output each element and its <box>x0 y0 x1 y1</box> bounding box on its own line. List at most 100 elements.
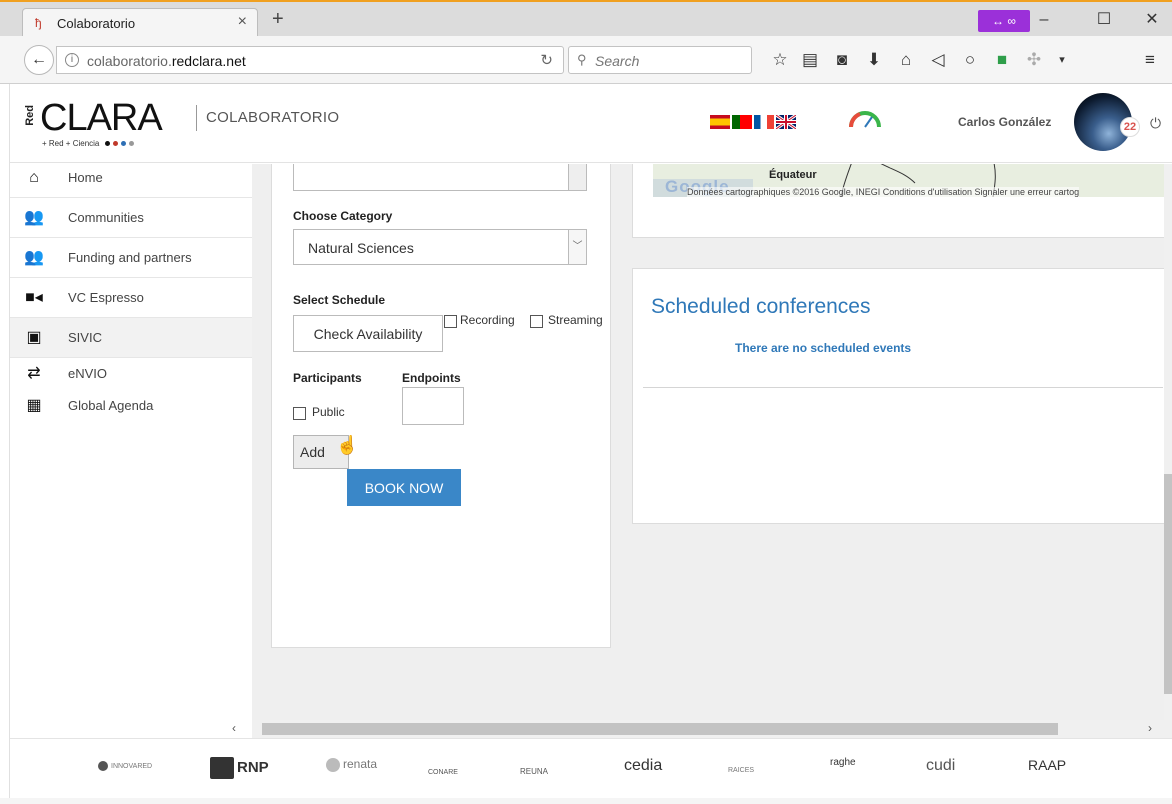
pointer-hand-icon: ☝ <box>336 435 359 455</box>
menu-icon[interactable]: ≡ <box>1138 48 1162 72</box>
flag-es-icon[interactable] <box>710 114 730 129</box>
search-input[interactable] <box>595 51 745 71</box>
scrollbar-thumb[interactable] <box>1164 474 1172 694</box>
home-icon: ⌂ <box>29 169 39 186</box>
page-title: COLABORATORIO <box>206 109 340 126</box>
video-camera-icon: ■◂ <box>25 289 43 306</box>
scroll-right-icon[interactable]: › <box>1148 721 1152 735</box>
divider <box>643 387 1163 388</box>
booking-form: Choose Category Natural Sciences ﹀ Selec… <box>271 164 611 648</box>
map[interactable]: Google Équateur Données cartographiques … <box>653 164 1164 197</box>
partner-logo[interactable]: RNP <box>210 757 269 781</box>
communities-icon: 👥 <box>24 209 44 226</box>
sidebar-item-vc-espresso[interactable]: ■◂ VC Espresso <box>10 278 252 318</box>
home-browser-icon[interactable]: ⌂ <box>894 48 918 72</box>
addon-dropdown-icon[interactable]: ▾ <box>1050 48 1074 72</box>
partner-logo[interactable]: REUNA <box>520 767 548 791</box>
scroll-left-icon[interactable]: ‹ <box>232 721 236 735</box>
partners-icon: 👥 <box>24 249 44 266</box>
info-icon[interactable]: i <box>65 53 79 67</box>
user-name[interactable]: Carlos González <box>958 115 1051 129</box>
endpoints-label: Endpoints <box>402 371 461 385</box>
map-panel: Google Équateur Données cartographiques … <box>632 164 1164 238</box>
extension-icon[interactable]: ■ <box>990 48 1014 72</box>
partner-logo[interactable]: cedia <box>624 757 662 781</box>
category-select[interactable]: Natural Sciences ﹀ <box>293 229 587 265</box>
url-bar[interactable]: i colaboratorio.redclara.net ↻ <box>56 46 564 74</box>
send-icon[interactable]: ◁ <box>926 48 950 72</box>
tab-close-icon[interactable]: × <box>238 13 247 31</box>
category-label: Choose Category <box>293 209 393 223</box>
vertical-scrollbar[interactable] <box>1164 164 1172 720</box>
logo-subtitle: + Red + Ciencia <box>42 139 134 148</box>
speed-gauge-icon[interactable] <box>848 107 882 129</box>
partner-logo[interactable]: INNOVARED <box>98 761 152 785</box>
browser-tab[interactable]: ђ Colaboratorio × <box>22 8 258 38</box>
partner-logo[interactable]: RAICES <box>728 767 754 791</box>
partner-logo[interactable]: renata <box>326 757 377 781</box>
flag-fr-icon[interactable] <box>754 114 774 129</box>
flag-uk-icon[interactable] <box>775 113 797 130</box>
language-flags <box>710 113 798 130</box>
calendar-icon: ▦ <box>26 397 42 414</box>
favicon-icon: ђ <box>35 16 42 30</box>
section-title: Scheduled conferences <box>651 295 871 318</box>
addon-icon[interactable]: ✣ <box>1022 48 1046 72</box>
streaming-label: Streaming <box>548 313 603 327</box>
previous-select[interactable] <box>293 164 587 191</box>
partner-logo[interactable]: CONARE <box>428 769 458 793</box>
private-mask-icon[interactable]: ↔ ∞ <box>978 10 1030 32</box>
notification-badge[interactable]: 22 <box>1120 117 1140 137</box>
endpoints-input[interactable] <box>402 387 464 425</box>
sidebar-item-sivic[interactable]: ▣ SIVIC <box>10 318 252 358</box>
pocket-icon[interactable]: ◙ <box>830 48 854 72</box>
partner-logo[interactable]: RAAP <box>1028 757 1066 781</box>
new-tab-button[interactable]: + <box>272 8 284 31</box>
bookmark-star-icon[interactable]: ☆ <box>768 48 792 72</box>
participants-label: Participants <box>293 371 362 385</box>
partner-logos-footer: INNOVARED RNP renata CONARE REUNA cedia … <box>10 738 1172 798</box>
partner-logo[interactable]: raghe <box>830 757 856 781</box>
sidebar-item-funding[interactable]: 👥 Funding and partners <box>10 238 252 278</box>
chat-icon[interactable]: ○ <box>958 48 982 72</box>
download-icon[interactable]: ⬇ <box>862 48 886 72</box>
site-header: Red CLARA + Red + Ciencia COLABORATORIO … <box>10 85 1172 163</box>
check-availability-button[interactable]: Check Availability <box>293 315 443 352</box>
window-bottom-edge <box>0 798 1172 804</box>
reading-list-icon[interactable]: ▤ <box>798 48 822 72</box>
book-now-button[interactable]: BOOK NOW <box>347 469 461 506</box>
search-bar[interactable]: ⚲ <box>568 46 752 74</box>
sidebar-item-envio[interactable]: ⇄ eNVIO <box>10 358 252 392</box>
streaming-checkbox[interactable] <box>530 315 543 328</box>
sidebar-item-global-agenda[interactable]: ▦ Global Agenda <box>10 392 252 432</box>
sivic-icon: ▣ <box>26 329 42 346</box>
horizontal-scrollbar[interactable]: ‹ › <box>232 720 1172 738</box>
minimize-button[interactable]: – <box>1024 8 1064 32</box>
transfer-icon: ⇄ <box>27 365 41 382</box>
sidebar-item-home[interactable]: ⌂ Home <box>10 158 252 198</box>
url-text: colaboratorio.redclara.net <box>87 53 246 69</box>
recording-label: Recording <box>460 313 515 327</box>
maximize-button[interactable]: ☐ <box>1084 8 1124 32</box>
power-icon[interactable]: ⏻ <box>1150 115 1161 132</box>
recording-checkbox[interactable] <box>444 315 457 328</box>
back-button[interactable]: ← <box>24 45 54 75</box>
header-divider <box>196 105 197 131</box>
redclara-logo[interactable]: Red CLARA + Red + Ciencia <box>24 97 184 151</box>
partner-logo[interactable]: cudi <box>926 757 955 781</box>
map-attribution: Données cartographiques ©2016 Google, IN… <box>687 187 1080 197</box>
public-checkbox[interactable] <box>293 407 306 420</box>
window-left-edge <box>0 0 10 804</box>
close-window-button[interactable]: ✕ <box>1132 8 1172 32</box>
scrollbar-thumb[interactable] <box>262 723 1058 735</box>
logo-text: CLARA <box>40 97 163 139</box>
map-place-label: Équateur <box>769 169 817 181</box>
tab-title: Colaboratorio <box>57 16 136 31</box>
browser-titlebar: ђ Colaboratorio × + ↔ ∞ – ☐ ✕ <box>0 0 1172 38</box>
flag-pt-icon[interactable] <box>732 114 752 129</box>
reload-icon[interactable]: ↻ <box>540 51 553 69</box>
sidebar-item-communities[interactable]: 👥 Communities <box>10 198 252 238</box>
sidebar: ⌂ Home 👥 Communities 👥 Funding and partn… <box>10 164 252 720</box>
scheduled-conferences-panel: Scheduled conferences There are no sched… <box>632 268 1164 524</box>
empty-state-text: There are no scheduled events <box>735 341 912 355</box>
